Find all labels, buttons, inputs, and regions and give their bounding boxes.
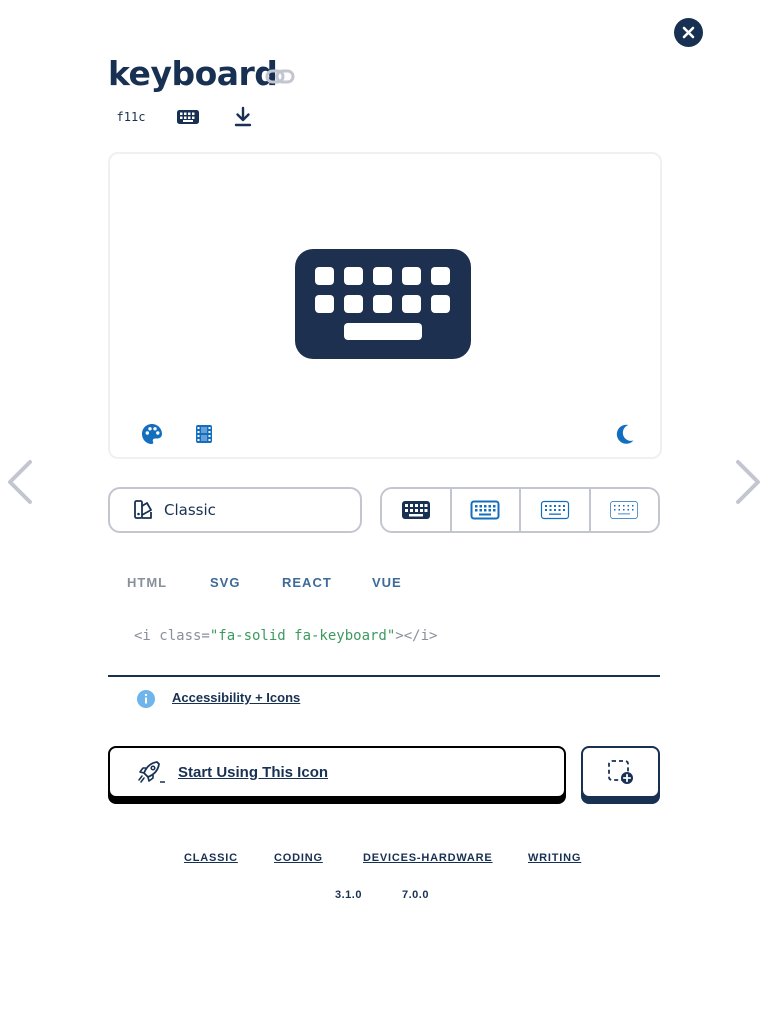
chevron-left-icon (8, 460, 32, 504)
style-option-regular[interactable] (449, 489, 519, 531)
style-option-light[interactable] (519, 489, 589, 531)
add-to-collection-icon (607, 760, 633, 784)
keyboard-regular-icon (470, 500, 500, 520)
code-prefix: <i class= (134, 628, 210, 644)
tab-react[interactable]: REACT (282, 571, 332, 594)
copy-unicode-button[interactable]: f11c (108, 104, 154, 130)
start-using-button[interactable]: Start Using This Icon (108, 746, 566, 798)
keyboard-icon (295, 249, 471, 359)
version-link-7-0-0[interactable]: 7.0.0 (402, 889, 429, 901)
category-link-coding[interactable]: CODING (274, 852, 323, 864)
copy-glyph-button[interactable] (172, 104, 204, 130)
keyboard-icon (177, 110, 199, 124)
style-option-thin[interactable] (588, 489, 658, 531)
code-class-value: "fa-solid fa-keyboard" (209, 628, 396, 644)
chevron-right-icon (736, 460, 760, 504)
keyboard-solid-icon (401, 501, 430, 519)
family-select[interactable]: Classic (108, 487, 362, 533)
tab-vue[interactable]: VUE (372, 571, 402, 594)
category-link-writing[interactable]: WRITING (528, 852, 581, 864)
start-using-label: Start Using This Icon (178, 763, 329, 781)
palette-icon (142, 424, 162, 444)
next-icon-button[interactable] (730, 458, 766, 506)
style-swatch-icon (134, 500, 152, 519)
add-to-kit-button[interactable] (581, 746, 660, 798)
keyboard-thin-icon (610, 501, 639, 519)
download-button[interactable] (228, 104, 258, 130)
keyboard-icon-preview (295, 249, 471, 359)
tab-html[interactable]: HTML (127, 571, 167, 594)
version-link-3-1-0[interactable]: 3.1.0 (335, 889, 362, 901)
style-option-solid[interactable] (382, 489, 450, 531)
download-icon (234, 106, 252, 127)
code-snippet[interactable]: <i class="fa-solid fa-keyboard"></i> (134, 628, 437, 644)
copy-link-button[interactable] (264, 64, 296, 90)
code-suffix: ></i> (395, 628, 438, 644)
rocket-icon (138, 761, 165, 783)
info-icon (136, 689, 156, 709)
close-button[interactable] (674, 18, 703, 47)
icon-title: keyboard (108, 54, 278, 93)
accessibility-link[interactable]: Accessibility + Icons (172, 690, 300, 705)
tab-svg[interactable]: SVG (210, 571, 240, 594)
film-icon (196, 425, 212, 443)
moon-icon (616, 424, 634, 444)
link-icon (265, 69, 295, 84)
animation-button[interactable] (191, 421, 217, 447)
code-divider (108, 675, 660, 677)
style-selector (380, 487, 660, 533)
family-select-label: Classic (164, 501, 216, 519)
color-picker-button[interactable] (139, 421, 165, 447)
category-link-devices-hardware[interactable]: DEVICES-HARDWARE (363, 852, 493, 864)
dark-mode-toggle[interactable] (612, 421, 638, 447)
category-link-classic[interactable]: CLASSIC (184, 852, 238, 864)
close-icon (682, 26, 695, 39)
previous-icon-button[interactable] (2, 458, 38, 506)
keyboard-light-icon (540, 500, 569, 520)
